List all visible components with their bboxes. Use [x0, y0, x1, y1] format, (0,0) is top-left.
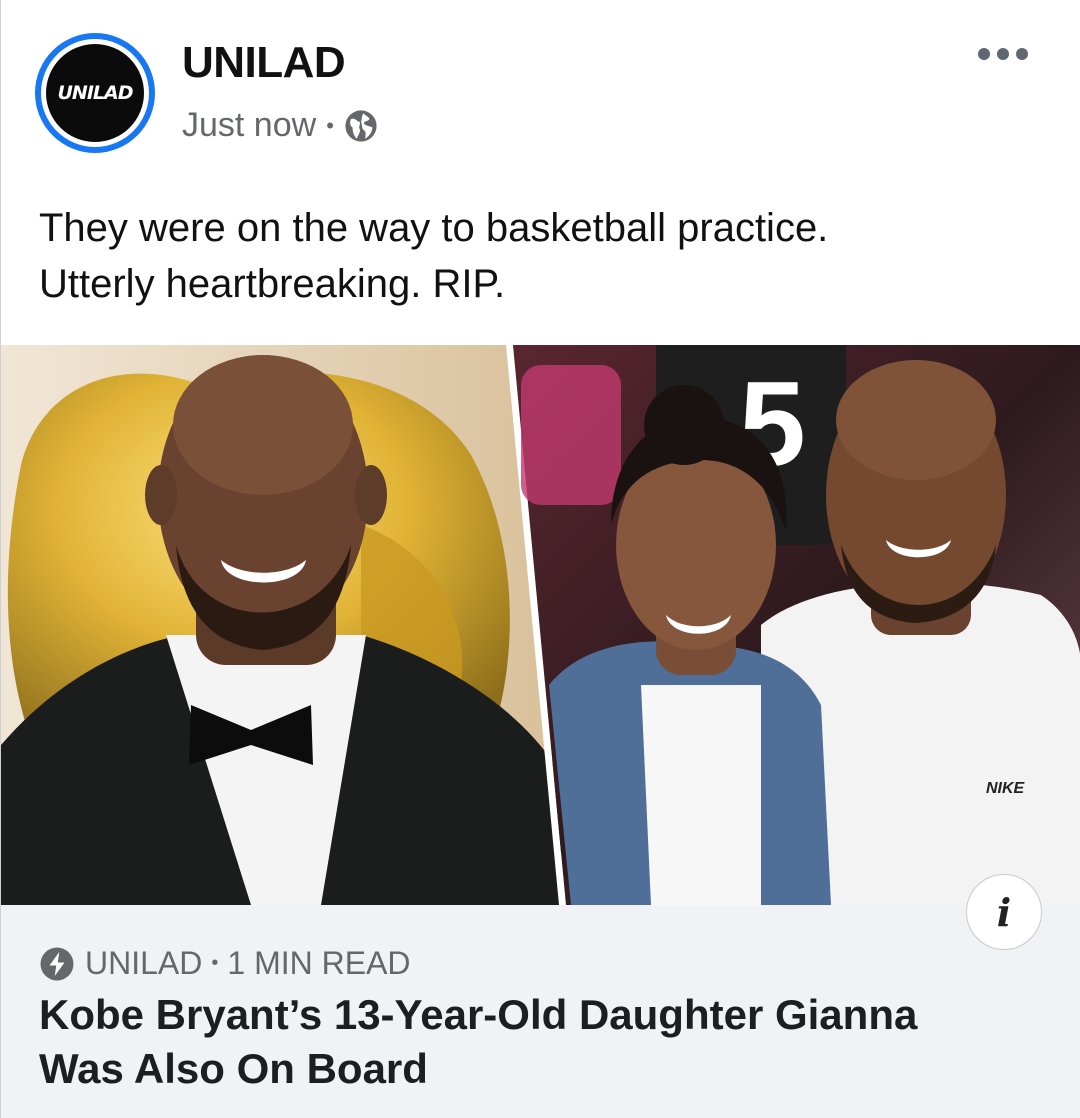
info-icon[interactable]: i [966, 874, 1042, 950]
more-dot [978, 48, 990, 60]
page-avatar[interactable]: UNILAD [35, 33, 155, 153]
post-caption: They were on the way to basketball pract… [39, 200, 1049, 312]
headline-line: Kobe Bryant’s 13-Year-Old Daughter Giann… [39, 991, 918, 1038]
globe-icon [345, 109, 377, 142]
unilad-logo: UNILAD [46, 44, 144, 142]
source-name: UNILAD [85, 945, 203, 981]
right-photo: 5 NIKE [513, 345, 1080, 905]
meta-separator: • [326, 112, 334, 138]
shirt-logo: NIKE [986, 780, 1026, 797]
read-time: 1 MIN READ [227, 945, 411, 981]
more-dot [997, 48, 1009, 60]
caption-line: They were on the way to basketball pract… [39, 206, 829, 250]
left-photo [1, 345, 561, 905]
timestamp[interactable]: Just now [182, 106, 316, 145]
source-separator: • [211, 952, 219, 974]
photo-collage: 5 NIKE [1, 345, 1080, 905]
lightning-icon [40, 947, 74, 980]
more-dot [1016, 48, 1028, 60]
post-image[interactable]: 5 NIKE [1, 345, 1080, 905]
facebook-post: UNILAD UNILAD Just now • They were on th… [0, 0, 1080, 1118]
caption-line: Utterly heartbreaking. RIP. [39, 262, 506, 306]
post-meta: Just now • [182, 106, 378, 145]
page-name[interactable]: UNILAD [182, 38, 346, 88]
more-options-button[interactable] [978, 48, 1028, 60]
link-headline[interactable]: Kobe Bryant’s 13-Year-Old Daughter Giann… [39, 988, 1049, 1096]
link-source: UNILAD • 1 MIN READ [39, 945, 411, 982]
headline-line: Was Also On Board [39, 1045, 428, 1092]
logo-text: UNILAD [57, 82, 134, 104]
